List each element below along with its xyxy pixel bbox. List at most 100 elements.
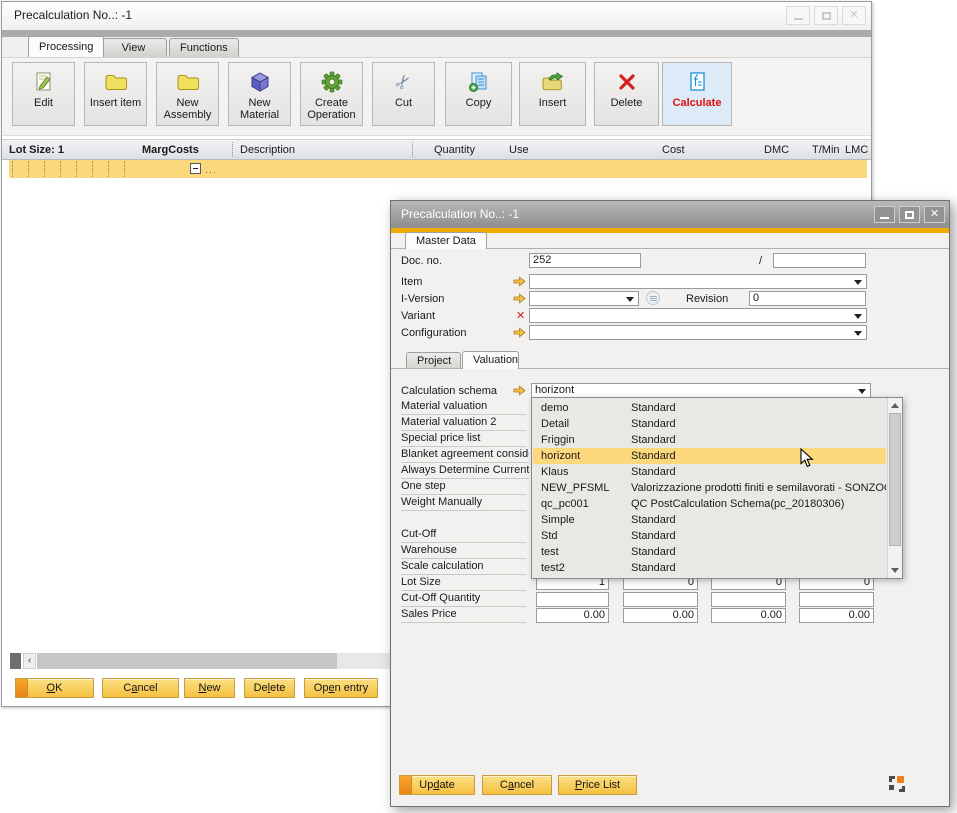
ok-button[interactable]: OK: [15, 678, 94, 698]
grid-col-quantity[interactable]: Quantity: [434, 144, 475, 156]
cancel-button[interactable]: Cancel: [102, 678, 179, 698]
toolbar-button-new-assembly[interactable]: New Assembly: [156, 62, 219, 126]
item-combo[interactable]: [529, 274, 867, 289]
tree-dots: ···: [205, 167, 217, 177]
toolbar-button-create-operation[interactable]: Create Operation: [300, 62, 363, 126]
close-icon: ✕: [930, 209, 939, 220]
grid-col-tmin[interactable]: T/Min: [812, 144, 840, 156]
open-entry-button[interactable]: Open entry: [304, 678, 378, 698]
sales-price-field-1[interactable]: 0.00: [536, 608, 609, 623]
toolbar-button-edit[interactable]: Edit: [12, 62, 75, 126]
grid-lot-size-label: Lot Size: 1: [9, 144, 64, 156]
link-arrow-icon[interactable]: [513, 385, 526, 399]
dropdown-item[interactable]: qc_pc001QC PostCalculation Schema(pc_201…: [533, 496, 886, 512]
cancel-button[interactable]: Cancel: [482, 775, 552, 795]
scroll-left-button[interactable]: ‹: [23, 653, 36, 669]
choose-from-list-icon[interactable]: [646, 291, 660, 305]
row-special-price-list: Special price list: [401, 432, 526, 447]
tab-view[interactable]: View: [100, 38, 167, 57]
toolbar-button-delete[interactable]: Delete: [594, 62, 659, 126]
revision-field[interactable]: 0: [749, 291, 866, 306]
grid-col-margcosts[interactable]: MargCosts: [142, 144, 199, 156]
toolbar-button-new-material[interactable]: New Material: [228, 62, 291, 126]
dropdown-item[interactable]: testStandard: [533, 544, 886, 560]
close-button[interactable]: ✕: [924, 206, 945, 223]
toolbar-button-insert[interactable]: Insert: [519, 62, 586, 126]
dropdown-item[interactable]: StdStandard: [533, 528, 886, 544]
selected-grid-row[interactable]: ···: [9, 160, 867, 178]
dropdown-scrollbar[interactable]: [887, 398, 902, 578]
combo-arrow-icon: [854, 314, 862, 319]
back-window-titlebar[interactable]: Precalculation No..: -1 ✕: [2, 2, 871, 30]
dropdown-item-selected[interactable]: horizontStandard: [533, 448, 886, 464]
folder-icon: [104, 69, 128, 95]
link-arrow-icon[interactable]: [513, 293, 526, 307]
link-arrow-icon[interactable]: [513, 327, 526, 341]
cube-icon: [249, 69, 271, 95]
tab-functions[interactable]: Functions: [169, 38, 239, 57]
cutoff-qty-field-3[interactable]: [711, 592, 786, 607]
scissors-icon: ✂: [396, 69, 412, 95]
column-separator[interactable]: [412, 142, 413, 157]
grid-col-use[interactable]: Use: [509, 144, 529, 156]
cutoff-qty-field-4[interactable]: [799, 592, 874, 607]
scroll-up-icon[interactable]: [891, 403, 899, 408]
dropdown-item[interactable]: demoStandard: [533, 400, 886, 416]
expand-form-icon[interactable]: [888, 775, 906, 796]
dropdown-item[interactable]: test2Standard: [533, 560, 886, 576]
edit-document-icon: [33, 69, 55, 95]
toolbar-button-cut[interactable]: ✂ Cut: [372, 62, 435, 126]
grid-col-lmc[interactable]: LMC: [845, 144, 868, 156]
tab-project[interactable]: Project: [406, 352, 461, 369]
close-icon: ✕: [849, 10, 858, 21]
tab-master-data[interactable]: Master Data: [405, 232, 487, 249]
delete-button[interactable]: Delete: [244, 678, 295, 698]
row-sales-price: Sales Price: [401, 608, 526, 623]
toolbar-button-copy[interactable]: Copy: [445, 62, 512, 126]
new-button[interactable]: New: [184, 678, 235, 698]
scroll-down-icon[interactable]: [891, 568, 899, 573]
calc-schema-combo[interactable]: horizont: [531, 383, 871, 398]
iversion-combo[interactable]: [529, 291, 639, 306]
grid-col-dmc[interactable]: DMC: [764, 144, 789, 156]
configuration-combo[interactable]: [529, 325, 867, 340]
dropdown-item[interactable]: FrigginStandard: [533, 432, 886, 448]
update-button[interactable]: Update: [399, 775, 475, 795]
scrollbar-gripper[interactable]: [10, 653, 21, 669]
dropdown-scrollbar-thumb[interactable]: [889, 413, 901, 546]
dropdown-item[interactable]: DetailStandard: [533, 416, 886, 432]
sales-price-field-2[interactable]: 0.00: [623, 608, 698, 623]
dropdown-item[interactable]: SimpleStandard: [533, 512, 886, 528]
revision-label: Revision: [686, 293, 728, 305]
minimize-icon: [880, 217, 889, 219]
price-list-button[interactable]: Price List: [558, 775, 637, 795]
column-separator[interactable]: [232, 142, 233, 157]
maximize-button[interactable]: [899, 206, 920, 223]
toolbar-button-insert-item[interactable]: Insert item: [84, 62, 147, 126]
toolbar-button-calculate[interactable]: Calculate: [662, 62, 732, 126]
maximize-button[interactable]: [814, 6, 838, 25]
close-button[interactable]: ✕: [842, 6, 866, 25]
tab-valuation[interactable]: Valuation: [462, 351, 519, 369]
minimize-button[interactable]: [786, 6, 810, 25]
cutoff-qty-field-2[interactable]: [623, 592, 698, 607]
copy-pages-icon: [468, 69, 490, 95]
front-window-titlebar[interactable]: Precalculation No..: -1 ✕: [391, 201, 949, 228]
variant-combo[interactable]: [529, 308, 867, 323]
doc-no-suffix-field[interactable]: [773, 253, 866, 268]
row-material-valuation-2: Material valuation 2: [401, 416, 526, 431]
sales-price-field-4[interactable]: 0.00: [799, 608, 874, 623]
dropdown-item[interactable]: KlausStandard: [533, 464, 886, 480]
scrollbar-thumb[interactable]: [37, 653, 337, 669]
folder-icon: [176, 69, 200, 95]
sales-price-field-3[interactable]: 0.00: [711, 608, 786, 623]
cutoff-qty-field-1[interactable]: [536, 592, 609, 607]
tab-processing[interactable]: Processing: [28, 36, 104, 57]
grid-col-cost[interactable]: Cost: [662, 144, 685, 156]
grid-col-description[interactable]: Description: [240, 144, 295, 156]
minimize-button[interactable]: [874, 206, 895, 223]
link-arrow-icon[interactable]: [513, 276, 526, 290]
dropdown-item[interactable]: NEW_PFSMLValorizzazione prodotti finiti …: [533, 480, 886, 496]
tree-collapse-icon[interactable]: [190, 163, 201, 174]
doc-no-field[interactable]: 252: [529, 253, 641, 268]
